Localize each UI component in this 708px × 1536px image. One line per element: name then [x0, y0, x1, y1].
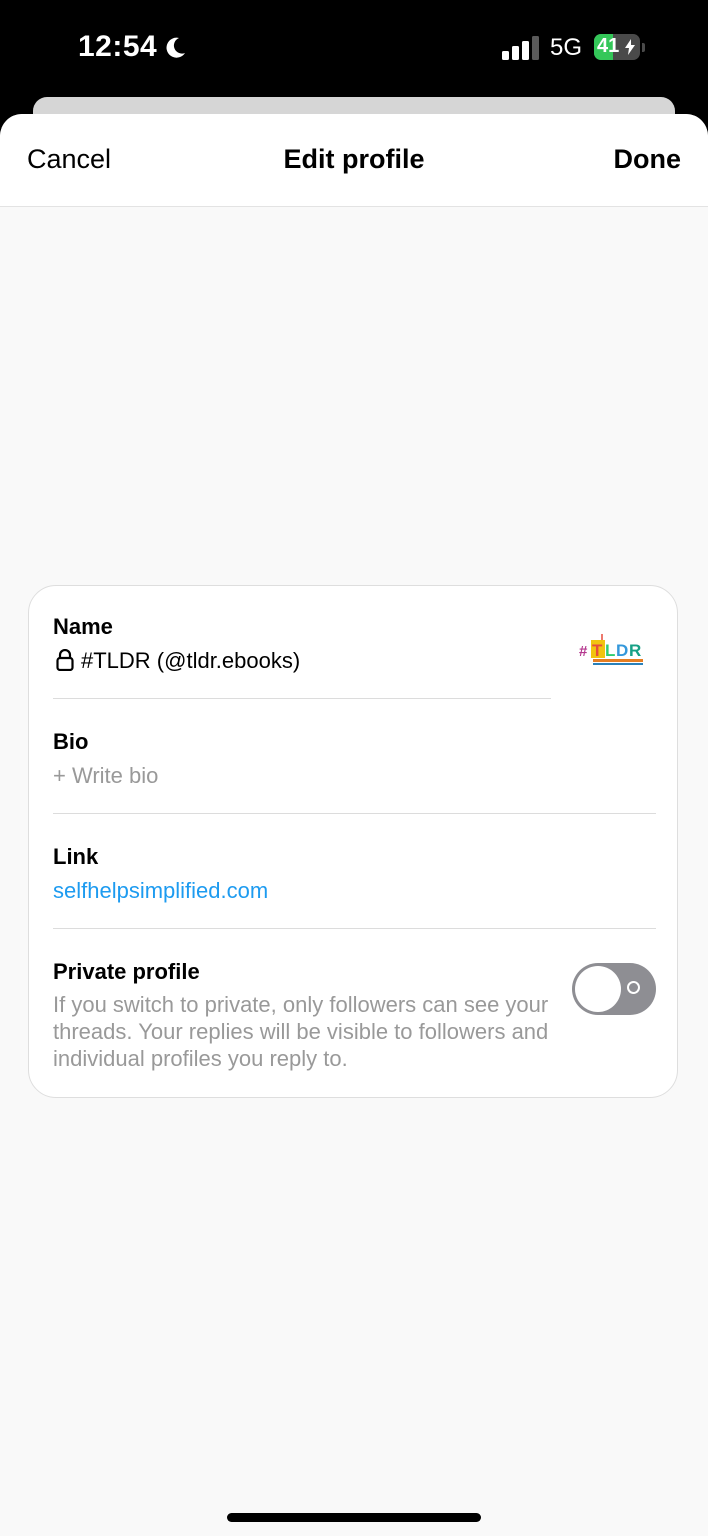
network-type: 5G [550, 34, 583, 61]
status-time: 12:54 [78, 30, 158, 63]
bolt-icon [625, 39, 635, 55]
link-label: Link [53, 844, 99, 869]
status-bar: 12:54 5G 41 [0, 0, 708, 100]
private-profile-toggle[interactable] [572, 963, 656, 1015]
moon-icon [166, 37, 185, 58]
profile-card: Name #TLDR (@tldr.ebooks) # T L D R Bio … [28, 585, 678, 1098]
svg-text:L: L [605, 641, 615, 660]
home-indicator[interactable] [227, 1513, 481, 1522]
lock-icon [56, 649, 74, 671]
battery-charging-icon: 41 [594, 34, 646, 60]
name-label: Name [53, 614, 113, 639]
svg-text:#: # [579, 643, 588, 660]
private-profile-label: Private profile [53, 959, 200, 984]
link-input[interactable]: selfhelpsimplified.com [53, 878, 268, 904]
cellular-signal-icon [502, 36, 539, 60]
nav-bar: Cancel Edit profile Done [0, 114, 708, 207]
private-profile-description: If you switch to private, only followers… [53, 992, 549, 1071]
done-button[interactable]: Done [614, 144, 682, 175]
divider [53, 928, 656, 929]
battery-percent: 41 [597, 35, 620, 57]
bio-input[interactable]: + Write bio [53, 763, 158, 789]
toggle-off-indicator-icon [627, 981, 640, 994]
toggle-knob [575, 966, 621, 1012]
divider [53, 813, 656, 814]
avatar[interactable]: # T L D R [579, 632, 651, 668]
bio-label: Bio [53, 729, 89, 754]
edit-profile-sheet: Cancel Edit profile Done Name #TLDR (@tl… [0, 114, 708, 1536]
divider [53, 698, 551, 699]
svg-text:D: D [616, 641, 628, 660]
page-title: Edit profile [283, 144, 425, 174]
svg-text:R: R [629, 641, 641, 660]
svg-text:T: T [592, 641, 603, 660]
name-value[interactable]: #TLDR (@tldr.ebooks) [81, 648, 300, 674]
